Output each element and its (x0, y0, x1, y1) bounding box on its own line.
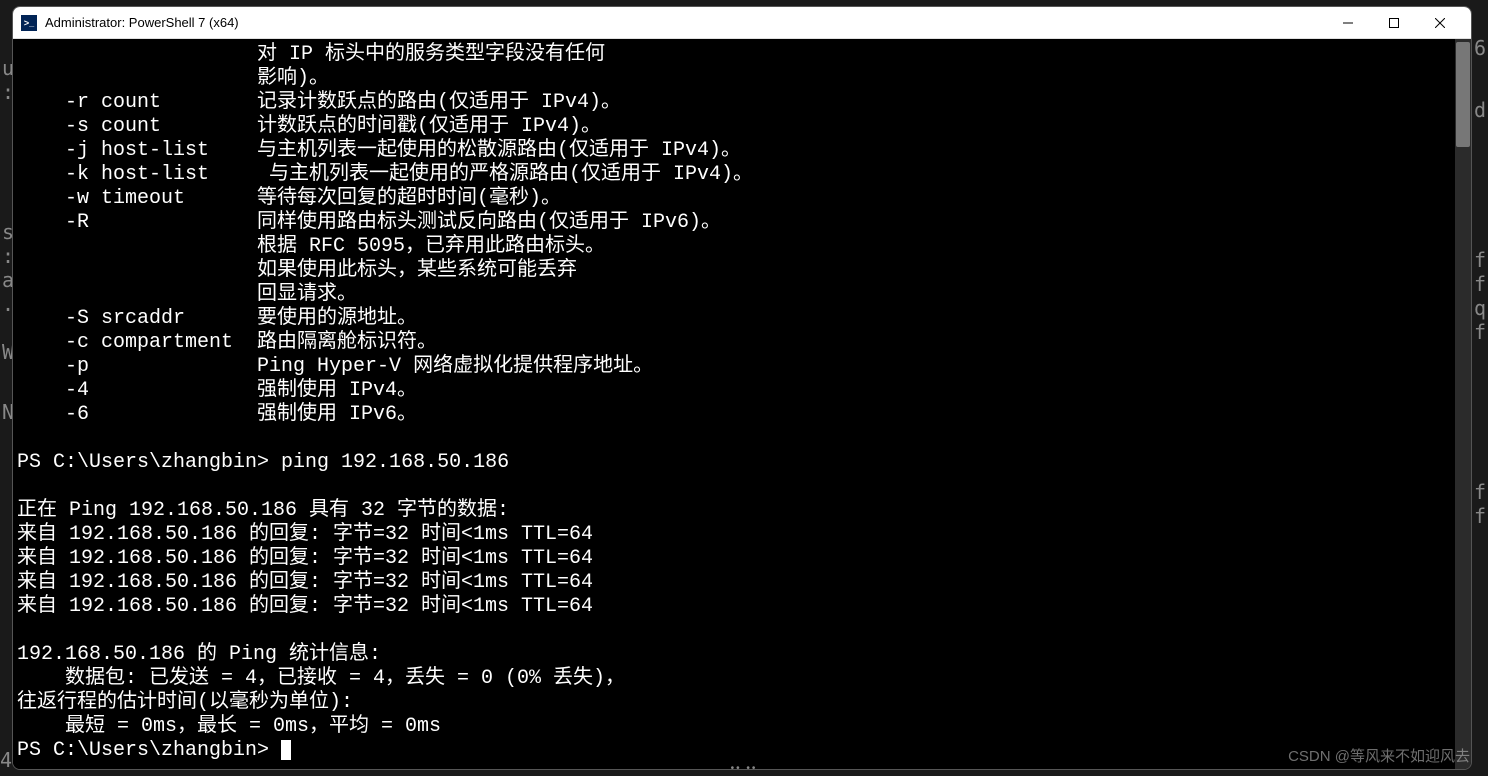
cursor (281, 740, 291, 760)
window-controls (1325, 7, 1463, 39)
bg-text: d (1474, 98, 1486, 122)
output-line: 影响)。 (17, 67, 329, 90)
output-line: -r count 记录计数跃点的路由(仅适用于 IPv4)。 (17, 91, 621, 114)
terminal-output[interactable]: 对 IP 标头中的服务类型字段没有任何 影响)。 -r count 记录计数跃点… (13, 39, 1455, 769)
scrollbar-thumb[interactable] (1456, 42, 1470, 147)
output-line: -6 强制使用 IPv6。 (17, 403, 417, 426)
minimize-button[interactable] (1325, 7, 1371, 39)
output-line: -R 同样使用路由标头测试反向路由(仅适用于 IPv6)。 (17, 211, 721, 234)
output-line: 来自 192.168.50.186 的回复: 字节=32 时间<1ms TTL=… (17, 571, 593, 594)
scrollbar[interactable] (1455, 39, 1471, 769)
window-title: Administrator: PowerShell 7 (x64) (45, 15, 1325, 30)
output-line: PS C:\Users\zhangbin> ping 192.168.50.18… (17, 451, 509, 474)
bg-text: f (1474, 320, 1486, 344)
output-line: 对 IP 标头中的服务类型字段没有任何 (17, 43, 605, 66)
maximize-button[interactable] (1371, 7, 1417, 39)
titlebar[interactable]: Administrator: PowerShell 7 (x64) (13, 7, 1471, 39)
terminal-body: 对 IP 标头中的服务类型字段没有任何 影响)。 -r count 记录计数跃点… (13, 39, 1471, 769)
powershell-icon (21, 15, 37, 31)
output-line: 来自 192.168.50.186 的回复: 字节=32 时间<1ms TTL=… (17, 595, 593, 618)
output-line: 来自 192.168.50.186 的回复: 字节=32 时间<1ms TTL=… (17, 523, 593, 546)
output-line: 回显请求。 (17, 283, 357, 306)
output-line: -c compartment 路由隔离舱标识符。 (17, 331, 437, 354)
output-line: 数据包: 已发送 = 4，已接收 = 4，丢失 = 0 (0% 丢失)， (17, 667, 625, 690)
output-line: 往返行程的估计时间(以毫秒为单位): (17, 691, 353, 714)
output-line: -k host-list 与主机列表一起使用的严格源路由(仅适用于 IPv4)。 (17, 163, 753, 186)
output-line: -j host-list 与主机列表一起使用的松散源路由(仅适用于 IPv4)。 (17, 139, 741, 162)
close-button[interactable] (1417, 7, 1463, 39)
bg-text: f (1474, 480, 1486, 504)
output-line: -S srcaddr 要使用的源地址。 (17, 307, 417, 330)
output-line: 192.168.50.186 的 Ping 统计信息: (17, 643, 381, 666)
bg-text: f (1474, 248, 1486, 272)
output-line: 最短 = 0ms，最长 = 0ms，平均 = 0ms (17, 715, 441, 738)
bg-text: 6 (1474, 36, 1486, 60)
output-line: 如果使用此标头，某些系统可能丢弃 (17, 259, 577, 282)
output-line: 来自 192.168.50.186 的回复: 字节=32 时间<1ms TTL=… (17, 547, 593, 570)
output-line: -p Ping Hyper-V 网络虚拟化提供程序地址。 (17, 355, 653, 378)
output-line: -4 强制使用 IPv4。 (17, 379, 417, 402)
output-line: 根据 RFC 5095，已弃用此路由标头。 (17, 235, 605, 258)
output-line: -s count 计数跃点的时间戳(仅适用于 IPv4)。 (17, 115, 601, 138)
prompt[interactable]: PS C:\Users\zhangbin> (17, 739, 291, 762)
output-line: 正在 Ping 192.168.50.186 具有 32 字节的数据: (17, 499, 509, 522)
bg-text: 4 (0, 748, 12, 772)
terminal-window: Administrator: PowerShell 7 (x64) 对 IP 标… (12, 6, 1472, 770)
resize-handle-icon: •• •• (731, 763, 758, 774)
bg-text: f (1474, 272, 1486, 296)
bg-text: f (1474, 504, 1486, 528)
bg-text: q (1474, 296, 1486, 320)
output-line: -w timeout 等待每次回复的超时时间(毫秒)。 (17, 187, 561, 210)
prompt-text: PS C:\Users\zhangbin> (17, 739, 281, 762)
